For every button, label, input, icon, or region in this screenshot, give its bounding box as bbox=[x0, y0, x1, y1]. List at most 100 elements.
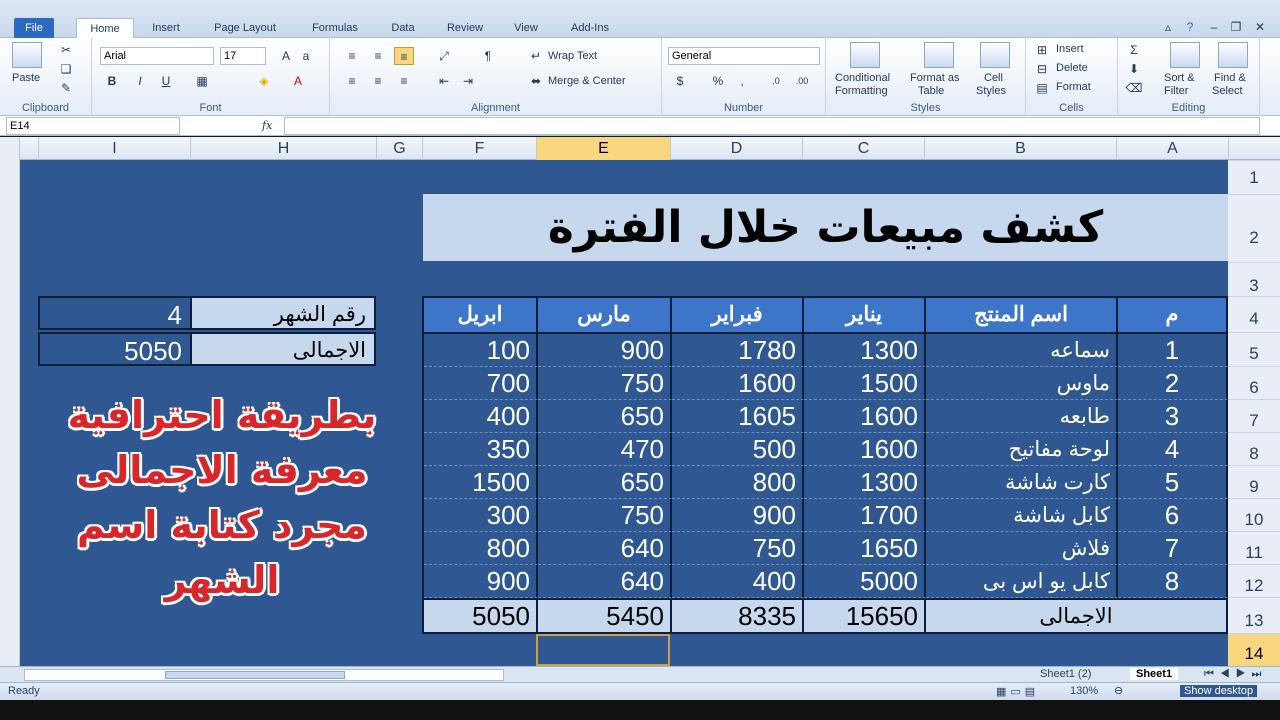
column-header-a[interactable]: A bbox=[1116, 137, 1228, 160]
table-cell-product[interactable]: سماعه bbox=[926, 334, 1118, 367]
insert-cells-button[interactable]: Insert bbox=[1056, 43, 1084, 55]
table-cell-april[interactable]: 100 bbox=[424, 334, 538, 367]
tab-data[interactable]: Data bbox=[380, 18, 426, 38]
zoom-out-icon[interactable]: ⊖ bbox=[1114, 684, 1123, 697]
header-march[interactable]: مارس bbox=[538, 298, 672, 334]
bold-button[interactable]: B bbox=[102, 72, 122, 90]
conditional-formatting-line1[interactable]: Conditional bbox=[835, 72, 890, 84]
table-cell-february[interactable]: 900 bbox=[672, 499, 804, 532]
vertical-scrollbar[interactable] bbox=[0, 137, 20, 666]
row-header-4[interactable]: 4 bbox=[1228, 296, 1280, 332]
table-cell-march[interactable]: 650 bbox=[538, 466, 672, 499]
table-cell-march[interactable]: 750 bbox=[538, 367, 672, 400]
decrease-indent-icon[interactable]: ⇤ bbox=[434, 72, 454, 90]
number-format-select[interactable]: General bbox=[668, 47, 820, 65]
table-cell-january[interactable]: 1600 bbox=[804, 400, 926, 433]
font-color-icon[interactable]: A bbox=[288, 72, 308, 90]
table-cell-february[interactable]: 1780 bbox=[672, 334, 804, 367]
column-header-i[interactable]: I bbox=[38, 137, 190, 160]
zoom-level[interactable]: 130% bbox=[1070, 685, 1098, 697]
table-cell-product[interactable]: طابعه bbox=[926, 400, 1118, 433]
text-direction-icon[interactable]: ¶ bbox=[478, 47, 498, 65]
align-left-icon[interactable]: ≡ bbox=[342, 72, 362, 90]
cell-styles-line1[interactable]: Cell bbox=[984, 72, 1003, 84]
find-select-line1[interactable]: Find & bbox=[1214, 72, 1246, 84]
table-cell-march[interactable]: 640 bbox=[538, 532, 672, 565]
title-cell[interactable]: كشف مبيعات خلال الفترة bbox=[423, 194, 1228, 261]
paste-button[interactable]: Paste bbox=[12, 72, 40, 84]
paste-icon[interactable] bbox=[12, 42, 42, 68]
underline-button[interactable]: U bbox=[156, 72, 176, 90]
row-header-5[interactable]: 5 bbox=[1228, 332, 1280, 366]
italic-button[interactable]: I bbox=[130, 72, 150, 90]
grow-font-icon[interactable]: A bbox=[276, 47, 296, 65]
format-as-table-line2[interactable]: Table bbox=[918, 85, 944, 97]
window-minimize-icon[interactable]: – bbox=[1204, 18, 1224, 36]
table-cell-january[interactable]: 1650 bbox=[804, 532, 926, 565]
table-cell-product[interactable]: كابل شاشة bbox=[926, 499, 1118, 532]
row-header-12[interactable]: 12 bbox=[1228, 564, 1280, 597]
find-select-line2[interactable]: Select bbox=[1212, 85, 1243, 97]
table-cell-march[interactable]: 650 bbox=[538, 400, 672, 433]
column-header-e[interactable]: E bbox=[536, 137, 670, 160]
cut-icon[interactable]: ✂ bbox=[56, 41, 76, 59]
table-cell-april[interactable]: 1500 bbox=[424, 466, 538, 499]
fill-color-icon[interactable]: ◈ bbox=[254, 72, 274, 90]
table-cell-april[interactable]: 800 bbox=[424, 532, 538, 565]
horizontal-scrollbar[interactable] bbox=[24, 669, 504, 681]
active-cell-e14[interactable] bbox=[536, 634, 670, 666]
autosum-button[interactable]: Σ bbox=[1124, 41, 1144, 59]
table-cell-february[interactable]: 750 bbox=[672, 532, 804, 565]
increase-decimal-icon[interactable]: .0 bbox=[766, 72, 786, 90]
column-header-g[interactable]: G bbox=[376, 137, 422, 160]
align-bottom-icon[interactable]: ≡ bbox=[394, 47, 414, 65]
row-header-7[interactable]: 7 bbox=[1228, 399, 1280, 432]
row-header-2[interactable]: 2 bbox=[1228, 194, 1280, 262]
clear-icon[interactable]: ⌫ bbox=[1124, 79, 1144, 97]
month-number-value-cell[interactable]: 4 bbox=[38, 296, 190, 330]
column-header-b[interactable]: B bbox=[924, 137, 1116, 160]
table-cell-january[interactable]: 1500 bbox=[804, 367, 926, 400]
cell-styles-line2[interactable]: Styles bbox=[976, 85, 1006, 97]
row-header-9[interactable]: 9 bbox=[1228, 465, 1280, 498]
name-box[interactable]: E14 bbox=[6, 117, 180, 135]
column-header-c[interactable]: C bbox=[802, 137, 924, 160]
table-cell-product[interactable]: لوحة مفاتيح bbox=[926, 433, 1118, 466]
align-center-icon[interactable]: ≡ bbox=[368, 72, 388, 90]
orientation-icon[interactable]: ⤢ bbox=[434, 47, 454, 65]
row-header-3[interactable]: 3 bbox=[1228, 262, 1280, 296]
table-cell-index[interactable]: 1 bbox=[1118, 334, 1228, 367]
tab-insert[interactable]: Insert bbox=[141, 18, 191, 38]
worksheet[interactable]: كشف مبيعات خلال الفترة 4 رقم الشهر 5050 … bbox=[20, 160, 1228, 666]
merge-center-button[interactable]: Merge & Center bbox=[548, 75, 626, 87]
table-cell-product[interactable]: ماوس bbox=[926, 367, 1118, 400]
insert-function-icon[interactable]: fx bbox=[262, 119, 272, 132]
table-cell-january[interactable]: 5000 bbox=[804, 565, 926, 598]
shrink-font-icon[interactable]: a bbox=[296, 47, 316, 65]
column-header-d[interactable]: D bbox=[670, 137, 802, 160]
table-cell-january[interactable]: 1300 bbox=[804, 334, 926, 367]
tab-home[interactable]: Home bbox=[76, 18, 134, 39]
sheet-tab-sheet1-2[interactable]: Sheet1 (2) bbox=[1040, 668, 1091, 680]
select-all-corner[interactable] bbox=[1228, 137, 1280, 160]
font-name-select[interactable]: Arial bbox=[100, 47, 214, 65]
total-january[interactable]: 15650 bbox=[804, 598, 926, 634]
window-close-icon[interactable]: ✕ bbox=[1250, 18, 1270, 36]
column-header-h[interactable]: H bbox=[190, 137, 376, 160]
total-label-cell[interactable]: الاجمالى bbox=[190, 332, 376, 366]
currency-icon[interactable]: $ bbox=[670, 72, 690, 90]
header-february[interactable]: فبراير bbox=[672, 298, 804, 334]
conditional-formatting-line2[interactable]: Formatting bbox=[835, 85, 888, 97]
font-size-select[interactable]: 17 bbox=[220, 47, 266, 65]
format-cells-button[interactable]: Format bbox=[1056, 81, 1091, 93]
table-cell-index[interactable]: 2 bbox=[1118, 367, 1228, 400]
table-cell-february[interactable]: 400 bbox=[672, 565, 804, 598]
sort-filter-line2[interactable]: Filter bbox=[1164, 85, 1188, 97]
align-right-icon[interactable]: ≡ bbox=[394, 72, 414, 90]
month-number-label-cell[interactable]: رقم الشهر bbox=[190, 296, 376, 330]
sheet-tab-sheet1[interactable]: Sheet1 bbox=[1130, 668, 1179, 680]
table-cell-april[interactable]: 300 bbox=[424, 499, 538, 532]
format-as-table-line1[interactable]: Format as bbox=[910, 72, 960, 84]
formula-input[interactable] bbox=[284, 117, 1260, 135]
total-april[interactable]: 5050 bbox=[424, 598, 538, 634]
